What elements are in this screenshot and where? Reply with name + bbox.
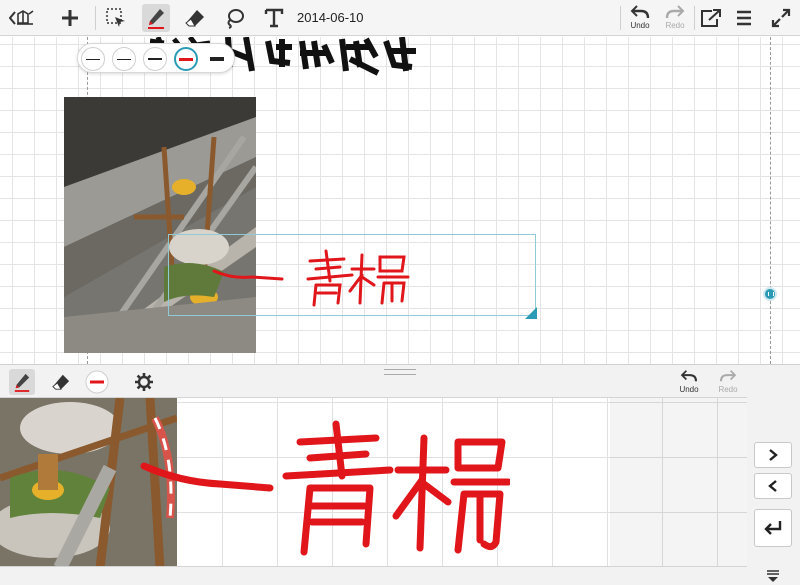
panel-redo-label[interactable]: Redo xyxy=(713,385,743,394)
top-toolbar: 2014-06-10 Undo Redo xyxy=(0,0,800,36)
new-line-button[interactable] xyxy=(754,509,792,547)
handwritten-annotation xyxy=(212,249,410,307)
text-icon[interactable] xyxy=(260,4,288,32)
plus-icon[interactable] xyxy=(56,4,84,32)
move-left-button[interactable] xyxy=(754,473,792,499)
undo-icon[interactable] xyxy=(626,2,654,22)
lasso-icon[interactable] xyxy=(221,4,249,32)
pen-icon[interactable] xyxy=(9,369,35,395)
pen-color-stroke-button[interactable] xyxy=(84,369,110,395)
stroke-width-option[interactable] xyxy=(112,47,136,71)
redo-icon[interactable] xyxy=(661,2,689,22)
zoomed-handwriting xyxy=(140,420,510,556)
zoom-box-resize-handle[interactable] xyxy=(525,307,537,319)
panel-resize-grip[interactable] xyxy=(384,369,416,375)
eraser-icon[interactable] xyxy=(48,369,74,395)
zoom-margin-area xyxy=(610,398,747,566)
toolbar-divider xyxy=(694,6,695,30)
panel-undo-label[interactable]: Undo xyxy=(674,385,704,394)
eraser-icon[interactable] xyxy=(181,4,209,32)
page-date: 2014-06-10 xyxy=(297,10,364,25)
move-right-button[interactable] xyxy=(754,442,792,468)
pen-icon[interactable] xyxy=(142,4,170,32)
undo-icon[interactable] xyxy=(676,368,702,384)
note-canvas[interactable] xyxy=(0,37,800,364)
collapse-panel-icon[interactable] xyxy=(760,567,786,585)
zoom-writing-panel: Undo Redo xyxy=(0,364,800,585)
stroke-width-picker xyxy=(77,43,235,73)
gear-icon[interactable] xyxy=(131,369,157,395)
share-icon[interactable] xyxy=(697,4,725,32)
stroke-width-option[interactable] xyxy=(81,47,105,71)
right-margin-handle[interactable] xyxy=(763,287,777,301)
selection-icon[interactable] xyxy=(102,4,130,32)
notebook-back-icon[interactable] xyxy=(8,4,36,32)
redo-label[interactable]: Redo xyxy=(660,21,690,30)
undo-label[interactable]: Undo xyxy=(625,21,655,30)
toolbar-divider xyxy=(620,6,621,30)
stroke-width-option[interactable] xyxy=(143,47,167,71)
redo-icon[interactable] xyxy=(715,368,741,384)
right-margin-guide xyxy=(770,37,771,364)
stroke-width-option-selected[interactable] xyxy=(174,47,198,71)
expand-icon[interactable] xyxy=(767,4,795,32)
toolbar-divider xyxy=(95,6,96,30)
menu-icon[interactable] xyxy=(730,4,758,32)
zoom-writing-area[interactable] xyxy=(0,397,747,567)
stroke-width-option[interactable] xyxy=(205,47,229,71)
